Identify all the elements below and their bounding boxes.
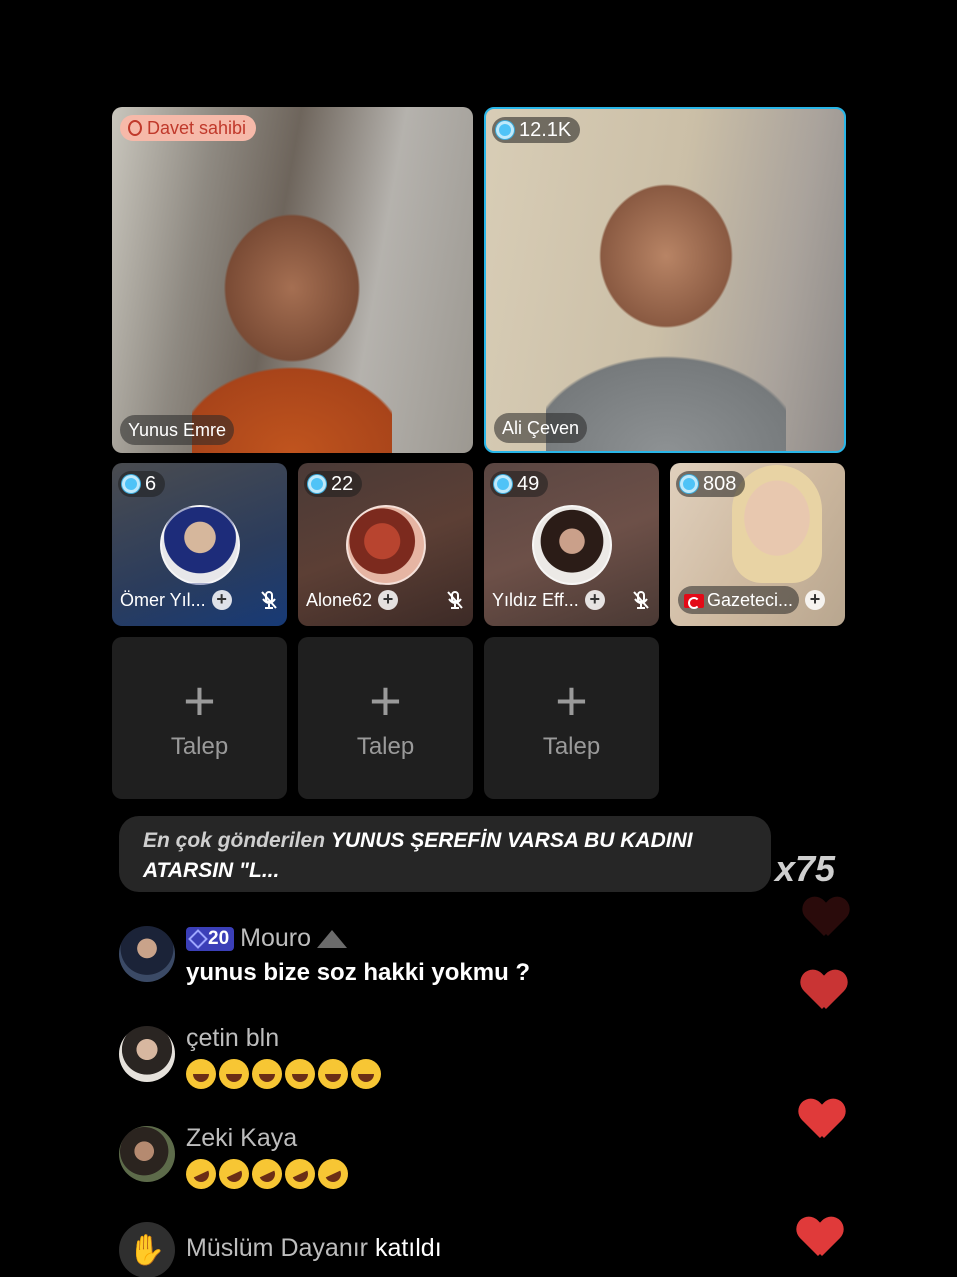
participant-tile[interactable]: 808 Gazeteci... +	[670, 463, 845, 626]
level-number: 20	[208, 927, 230, 949]
guest-score: 12.1K	[519, 119, 572, 141]
rofl-emoji-icon	[313, 1154, 353, 1194]
gift-multiplier: x75	[775, 848, 836, 889]
joy-emoji-icon	[285, 1059, 315, 1089]
participant-score: 6	[145, 473, 157, 495]
guest-name[interactable]: Ali Çeven	[494, 413, 588, 443]
participant-score-badge: 6	[118, 471, 166, 497]
heart-icon	[797, 1218, 843, 1260]
rofl-emoji-icon	[214, 1154, 254, 1194]
joy-emoji-icon	[318, 1059, 348, 1089]
avatar[interactable]	[119, 1126, 175, 1182]
joined-username[interactable]: Müslüm Dayanır	[186, 1234, 368, 1262]
heart-icon	[801, 971, 847, 1013]
gem-icon	[308, 475, 326, 493]
comment-text: yunus bize soz hakki yokmu ?	[186, 959, 531, 986]
gem-icon	[496, 121, 514, 139]
mountain-icon	[317, 929, 348, 948]
participant-tile[interactable]: 49 Yıldız Eff... +	[484, 463, 659, 626]
participant-score-badge: 49	[490, 471, 549, 497]
follow-plus-icon[interactable]: +	[378, 590, 399, 610]
mic-off-icon	[261, 591, 277, 609]
comment-emojis	[181, 1154, 353, 1194]
heart-icon	[799, 1100, 845, 1142]
mic-off-icon	[447, 591, 463, 609]
top-gift-lead: En çok gönderilen	[143, 829, 326, 852]
follow-plus-icon[interactable]: +	[584, 590, 605, 610]
follow-plus-icon[interactable]: +	[211, 590, 232, 610]
host-name[interactable]: Yunus Emre	[120, 415, 235, 445]
avatar[interactable]	[119, 926, 175, 982]
participant-name-badge: Gazeteci...	[678, 586, 800, 614]
request-label: Talep	[170, 733, 229, 760]
participant-name: Alone62	[306, 589, 373, 610]
wave-hand-icon: ✋	[119, 1222, 175, 1277]
mic-off-icon	[633, 591, 649, 609]
avatar	[345, 505, 426, 585]
joy-emoji-icon	[351, 1059, 381, 1089]
gem-icon	[494, 475, 512, 493]
participant-video	[732, 465, 822, 583]
host-badge-label: Davet sahibi	[147, 118, 247, 138]
gem-icon	[122, 475, 140, 493]
guest-video-tile[interactable]: 12.1K Ali Çeven	[484, 107, 846, 453]
participant-name: Yıldız Eff...	[492, 589, 579, 610]
follow-plus-icon[interactable]: +	[805, 590, 826, 610]
heart-icon	[803, 898, 849, 940]
participant-name: Ömer Yıl...	[120, 589, 206, 610]
joy-emoji-icon	[252, 1059, 282, 1089]
avatar[interactable]	[119, 1026, 175, 1082]
avatar	[159, 505, 240, 585]
participant-score: 22	[331, 473, 354, 495]
diamond-icon	[188, 928, 208, 949]
host-badge: Davet sahibi	[120, 115, 257, 141]
request-slot[interactable]: + Talep	[298, 637, 473, 799]
participant-tile[interactable]: 6 Ömer Yıl... +	[112, 463, 287, 626]
host-video-tile[interactable]: Davet sahibi Yunus Emre	[112, 107, 473, 453]
participant-tile[interactable]: 22 Alone62 +	[298, 463, 473, 626]
comment-username[interactable]: çetin bln	[186, 1024, 279, 1053]
guest-score-badge: 12.1K	[492, 117, 581, 143]
participant-score: 49	[517, 473, 540, 495]
request-label: Talep	[542, 733, 601, 760]
rofl-emoji-icon	[181, 1154, 221, 1194]
rofl-emoji-icon	[247, 1154, 287, 1194]
joy-emoji-icon	[219, 1059, 249, 1089]
alarm-icon	[128, 120, 142, 136]
participant-score: 808	[703, 473, 737, 495]
level-badge: 20	[186, 926, 235, 951]
gem-icon	[680, 475, 698, 493]
plus-icon: +	[555, 669, 588, 732]
avatar	[531, 505, 612, 585]
comment-emojis	[186, 1059, 384, 1089]
participant-name: Gazeteci...	[707, 590, 794, 610]
guest-video	[546, 149, 786, 451]
request-slot[interactable]: + Talep	[484, 637, 659, 799]
joy-emoji-icon	[186, 1059, 216, 1089]
request-label: Talep	[356, 733, 415, 760]
comment-username[interactable]: Mouro	[240, 924, 311, 953]
plus-icon: +	[369, 669, 402, 732]
joined-action: katıldı	[374, 1234, 442, 1262]
host-video	[192, 187, 392, 453]
turkey-flag-icon	[684, 594, 704, 610]
participant-score-badge: 808	[676, 471, 746, 497]
plus-icon: +	[183, 669, 216, 732]
top-gift-banner: En çok gönderilen YUNUS ŞEREFİN VARSA BU…	[119, 816, 771, 892]
participant-score-badge: 22	[304, 471, 363, 497]
comment-username[interactable]: Zeki Kaya	[186, 1124, 297, 1153]
request-slot[interactable]: + Talep	[112, 637, 287, 799]
rofl-emoji-icon	[280, 1154, 320, 1194]
